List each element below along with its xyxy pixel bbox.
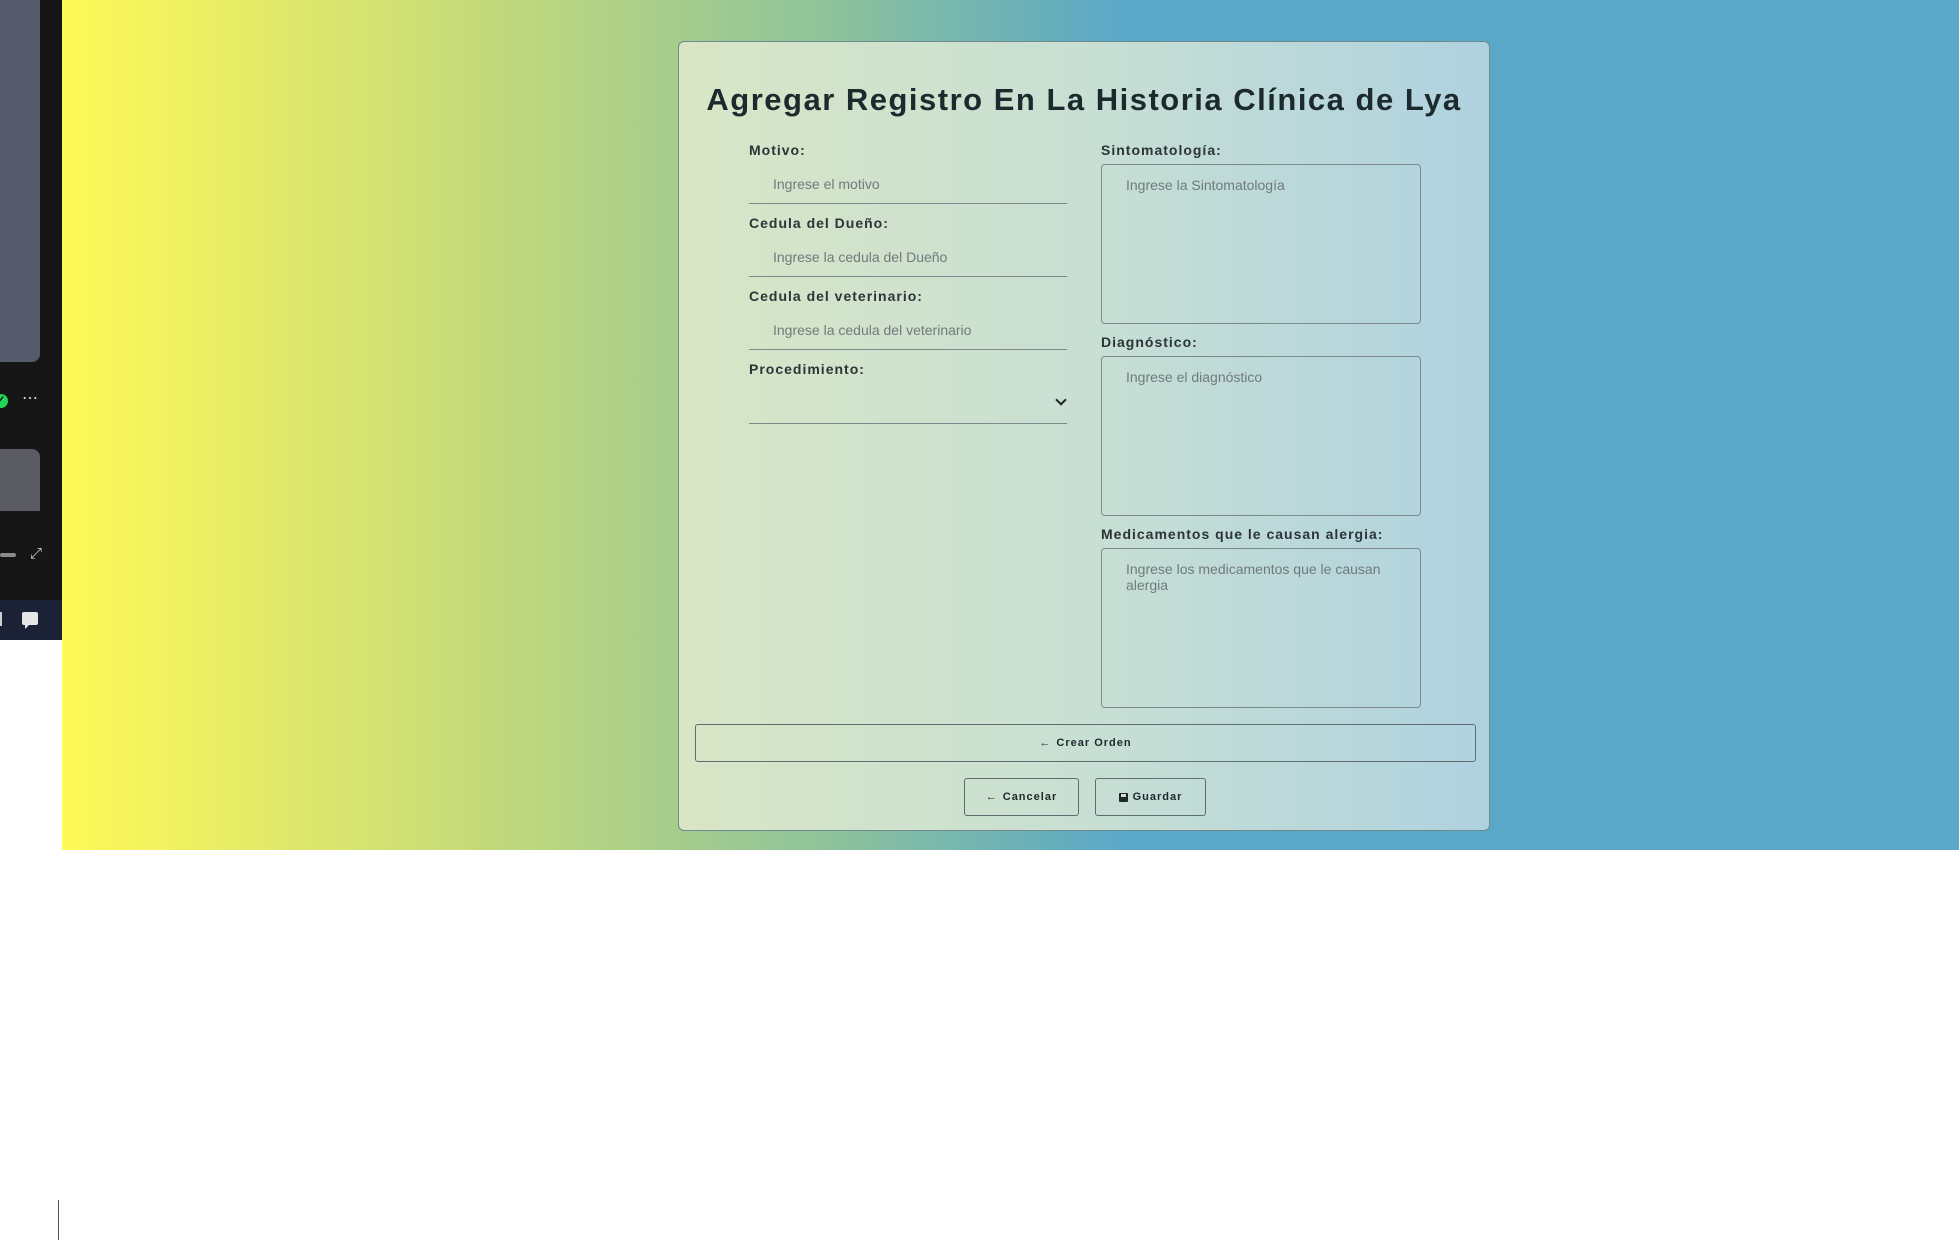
cedula-veterinario-label: Cedula del veterinario: xyxy=(749,288,923,304)
arrow-left-icon: ← xyxy=(985,791,998,803)
sintomatologia-textarea[interactable] xyxy=(1101,164,1421,324)
toolbar-tick-icon xyxy=(0,612,2,626)
save-button[interactable]: Guardar xyxy=(1095,778,1206,816)
cedula-dueno-input[interactable] xyxy=(749,237,1067,277)
side-dark-panel: ✓ ⋯ ⤢ xyxy=(0,0,62,1240)
expand-icon[interactable]: ⤢ xyxy=(30,545,42,562)
check-circle-icon: ✓ xyxy=(0,394,8,408)
motivo-label: Motivo: xyxy=(749,142,806,158)
gradient-background: Agregar Registro En La Historia Clínica … xyxy=(62,0,1959,850)
diagnostico-label: Diagnóstico: xyxy=(1101,334,1198,350)
side-app-fragment: ✓ ⋯ ⤢ xyxy=(0,0,62,1240)
media-thumbnail-secondary[interactable] xyxy=(0,449,40,511)
page-title: Agregar Registro En La Historia Clínica … xyxy=(706,82,1462,117)
cedula-dueno-label: Cedula del Dueño: xyxy=(749,215,889,231)
medicamentos-label: Medicamentos que le causan alergia: xyxy=(1101,526,1384,542)
procedimiento-select-wrapper[interactable] xyxy=(749,383,1067,424)
medicamentos-textarea[interactable] xyxy=(1101,548,1421,708)
procedimiento-select[interactable] xyxy=(749,383,1067,423)
arrow-left-icon: ← xyxy=(1039,737,1052,749)
floppy-disk-icon xyxy=(1118,792,1128,802)
sintomatologia-label: Sintomatología: xyxy=(1101,142,1222,158)
more-options-icon[interactable]: ⋯ xyxy=(22,388,39,408)
cancel-button[interactable]: ← Cancelar xyxy=(964,778,1079,816)
progress-bar[interactable] xyxy=(0,553,16,557)
chat-icon[interactable] xyxy=(22,612,38,629)
crear-orden-label: Crear Orden xyxy=(1056,737,1132,749)
save-label: Guardar xyxy=(1132,791,1183,803)
procedimiento-label: Procedimiento: xyxy=(749,361,865,377)
clinical-record-form: Agregar Registro En La Historia Clínica … xyxy=(678,41,1490,831)
cancel-label: Cancelar xyxy=(1002,791,1058,803)
cedula-veterinario-input[interactable] xyxy=(749,310,1067,350)
diagnostico-textarea[interactable] xyxy=(1101,356,1421,516)
crear-orden-button[interactable]: ← Crear Orden xyxy=(695,724,1476,762)
divider xyxy=(58,1200,59,1240)
motivo-input[interactable] xyxy=(749,164,1067,204)
media-thumbnail[interactable] xyxy=(0,0,40,362)
